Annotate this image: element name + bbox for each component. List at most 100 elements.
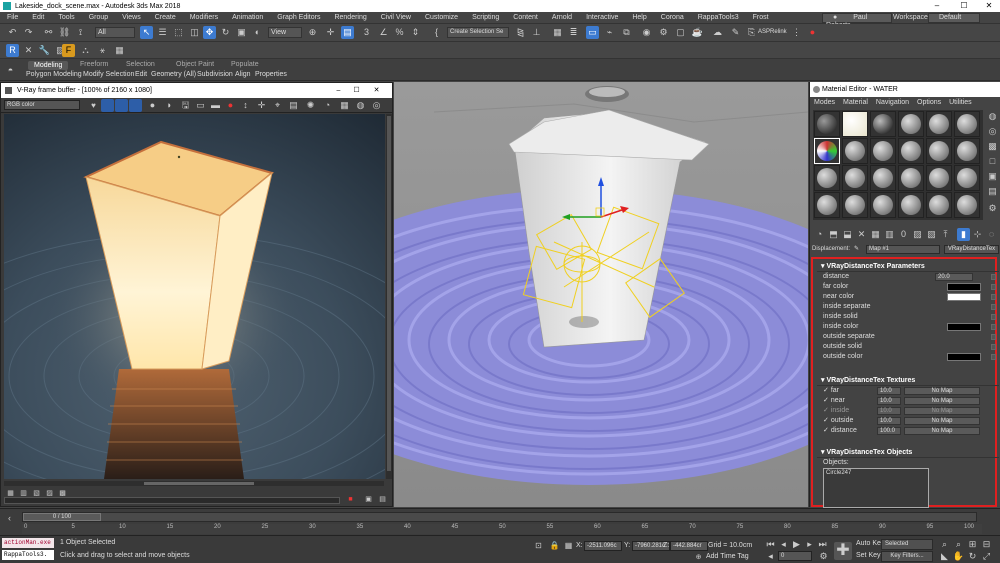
- vfb-vertical-scrollbar[interactable]: [386, 114, 392, 479]
- x-coordinate[interactable]: -2511.096c: [584, 541, 622, 551]
- percent-snap-icon[interactable]: %: [393, 26, 406, 39]
- grid-tool-icon[interactable]: ▦: [113, 44, 126, 57]
- mono-icon[interactable]: ◑: [162, 99, 175, 112]
- sample-slot[interactable]: [870, 111, 896, 137]
- menu-civil-view[interactable]: Civil View: [374, 14, 418, 21]
- heart-icon[interactable]: ♥: [87, 99, 100, 112]
- objects-rollout-header[interactable]: ▾ VRayDistanceTex Objects: [817, 447, 999, 458]
- vfb-info-icon[interactable]: ▣: [362, 493, 375, 506]
- named-selection-set-dropdown[interactable]: Create Selection Se: [447, 27, 509, 38]
- key-filters-button[interactable]: Key Filters...: [881, 551, 933, 562]
- maximize-viewport-icon[interactable]: ⤢: [980, 550, 993, 563]
- rectangle-selection-icon[interactable]: ⬚: [172, 26, 185, 39]
- vfb-minimize-button[interactable]: –: [331, 83, 346, 98]
- vfb-stop-icon[interactable]: ■: [344, 493, 357, 506]
- window-crossing-icon[interactable]: ◫: [188, 26, 201, 39]
- angle-snap-icon[interactable]: ∠: [377, 26, 390, 39]
- show-end-result-icon[interactable]: ▧: [925, 228, 938, 241]
- sample-slot[interactable]: [842, 111, 868, 137]
- edit-named-selection-icon[interactable]: {: [430, 26, 443, 39]
- params-rollout-header[interactable]: ▾ VRayDistanceTex Parameters: [817, 261, 999, 272]
- menu-modifiers[interactable]: Modifiers: [183, 14, 225, 21]
- ribbon-polygon-modeling[interactable]: Polygon Modeling: [26, 71, 82, 78]
- sample-slot[interactable]: [814, 111, 840, 137]
- set-key-button[interactable]: Set Key: [856, 552, 881, 559]
- render-setup-icon[interactable]: ⚙: [657, 26, 670, 39]
- outside-map-button[interactable]: No Map: [904, 417, 980, 425]
- checkbox-icon[interactable]: ✓: [823, 387, 831, 394]
- asprelink-icon[interactable]: ⎘: [745, 26, 758, 39]
- ribbon-edit[interactable]: Edit: [135, 71, 147, 78]
- snaps-toggle-icon[interactable]: 3: [360, 26, 373, 39]
- selection-filter-dropdown[interactable]: All: [95, 27, 135, 38]
- minimize-button[interactable]: –: [928, 0, 946, 12]
- near-color-map-button[interactable]: [991, 294, 996, 300]
- align-icon[interactable]: ⊥: [530, 26, 543, 39]
- render-last-icon[interactable]: ▤: [287, 99, 300, 112]
- select-manipulate-icon[interactable]: ✛: [324, 26, 337, 39]
- sample-slot[interactable]: [870, 165, 896, 191]
- channel-dropdown[interactable]: RGB color: [4, 100, 80, 110]
- me-menu-utilities[interactable]: Utilities: [945, 97, 976, 109]
- time-slider[interactable]: 0 / 100: [22, 512, 977, 522]
- move-icon[interactable]: ✥: [203, 26, 216, 39]
- time-slider-thumb[interactable]: 0 / 100: [23, 513, 101, 521]
- objects-list[interactable]: Circle247: [823, 468, 929, 508]
- blue-channel-icon[interactable]: [129, 99, 142, 112]
- menu-animation[interactable]: Animation: [225, 14, 270, 21]
- material-editor-icon[interactable]: ◉: [640, 26, 653, 39]
- keyboard-shortcut-override-icon[interactable]: ▤: [341, 26, 354, 39]
- get-material-icon[interactable]: ◔: [813, 228, 826, 241]
- a360-gallery-icon[interactable]: ✎: [729, 26, 742, 39]
- inside-solid-checkbox[interactable]: [991, 314, 996, 320]
- menu-create[interactable]: Create: [148, 14, 183, 21]
- sample-slot[interactable]: [926, 111, 952, 137]
- wrench-icon[interactable]: 🔧: [38, 44, 51, 57]
- show-shaded-icon[interactable]: ▨: [911, 228, 924, 241]
- sample-slot[interactable]: [926, 138, 952, 164]
- menu-customize[interactable]: Customize: [418, 14, 465, 21]
- schematic-view-icon[interactable]: ⧉: [620, 26, 633, 39]
- options-icon[interactable]: ⚙: [986, 202, 999, 215]
- perspective-viewport[interactable]: [394, 82, 808, 507]
- set-keys-icon[interactable]: ✚: [834, 542, 852, 560]
- sample-uv-icon[interactable]: □: [986, 155, 999, 168]
- bind-spacewarp-icon[interactable]: ⟟: [74, 26, 87, 39]
- far-amount-spinner[interactable]: 10.0: [877, 387, 901, 395]
- ribbon-tab-populate[interactable]: Populate: [231, 61, 259, 68]
- sample-slot[interactable]: [814, 165, 840, 191]
- select-by-name-icon[interactable]: ☰: [156, 26, 169, 39]
- sample-slot[interactable]: [870, 192, 896, 218]
- maxscript-listener-line1[interactable]: actionMan.exe: [2, 538, 54, 548]
- material-id-icon[interactable]: 0: [897, 228, 910, 241]
- menu-help[interactable]: Help: [625, 14, 653, 21]
- outside-separate-checkbox[interactable]: [991, 334, 996, 340]
- menu-edit[interactable]: Edit: [25, 14, 51, 21]
- ribbon-align[interactable]: Align: [235, 71, 251, 78]
- previous-frame-icon[interactable]: ◂: [777, 538, 790, 551]
- mirror-icon[interactable]: ⧎: [514, 26, 527, 39]
- me-menu-options[interactable]: Options: [913, 97, 945, 109]
- go-forward-icon[interactable]: ▮: [957, 228, 970, 241]
- menu-tools[interactable]: Tools: [51, 14, 81, 21]
- next-frame-icon[interactable]: ▸: [803, 538, 816, 551]
- time-config-icon[interactable]: ⚙: [817, 550, 830, 563]
- placement-icon[interactable]: ◐: [251, 26, 264, 39]
- pivot-center-icon[interactable]: ⊕: [306, 26, 319, 39]
- selection-lock-icon[interactable]: 🔒: [548, 539, 561, 552]
- menu-rappatools[interactable]: RappaTools3: [691, 14, 746, 21]
- eyedropper-icon[interactable]: ✎: [854, 244, 859, 255]
- checkbox-icon[interactable]: ✓: [823, 427, 831, 434]
- outside-amount-spinner[interactable]: 10.0: [877, 417, 901, 425]
- timeline-toggle-icon[interactable]: ‹: [3, 512, 16, 525]
- menu-frost[interactable]: Frost: [746, 14, 776, 21]
- menu-graph-editors[interactable]: Graph Editors: [270, 14, 327, 21]
- outside-color-map-button[interactable]: [991, 354, 996, 360]
- sample-slot[interactable]: [926, 165, 952, 191]
- distance-spinner[interactable]: 20.0: [935, 273, 973, 281]
- ribbon-subdivision[interactable]: Subdivision: [197, 71, 233, 78]
- far-color-map-button[interactable]: [991, 284, 996, 290]
- checkbox-icon[interactable]: ✓: [823, 397, 831, 404]
- background-icon[interactable]: ▩: [986, 140, 999, 153]
- make-unique-icon[interactable]: ▦: [869, 228, 882, 241]
